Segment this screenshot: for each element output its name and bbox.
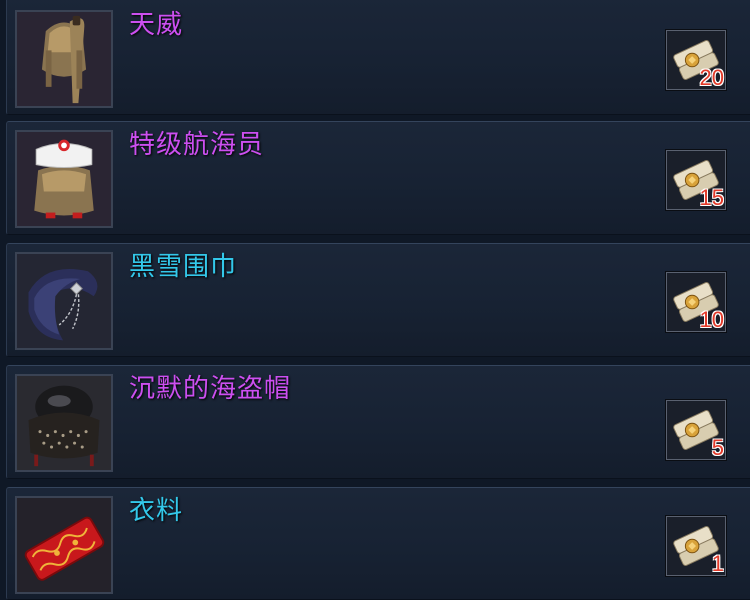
reward-list: 天威 20 特级航海员 15 黑雪围巾 10 沉默的海盗帽 5 衣料 1 — [0, 0, 750, 600]
reward-quantity: 10 — [699, 307, 724, 332]
item-name: 黑雪围巾 — [129, 252, 238, 282]
reward-slot[interactable]: 20 — [666, 30, 726, 90]
item-name: 衣料 — [129, 496, 184, 526]
list-item[interactable]: 衣料 1 — [6, 487, 750, 600]
list-item[interactable]: 沉默的海盗帽 5 — [6, 365, 750, 479]
reward-slot[interactable]: 10 — [666, 272, 726, 332]
reward-quantity: 15 — [699, 185, 724, 210]
reward-quantity: 1 — [711, 551, 724, 576]
red-cloth-icon[interactable] — [15, 496, 113, 594]
reward-slot[interactable]: 15 — [666, 150, 726, 210]
item-name: 沉默的海盗帽 — [129, 374, 292, 404]
reward-slot[interactable]: 5 — [666, 400, 726, 460]
list-item[interactable]: 特级航海员 15 — [6, 121, 750, 235]
list-item[interactable]: 天威 20 — [6, 0, 750, 115]
item-name: 天威 — [129, 10, 184, 40]
reward-quantity: 5 — [711, 435, 724, 460]
sailor-hat-hair-icon[interactable] — [15, 130, 113, 228]
reward-slot[interactable]: 1 — [666, 516, 726, 576]
pirate-hat-icon[interactable] — [15, 374, 113, 472]
item-name: 特级航海员 — [129, 130, 265, 160]
dark-scarf-icon[interactable] — [15, 252, 113, 350]
ponytail-hair-icon[interactable] — [15, 10, 113, 108]
reward-quantity: 20 — [699, 65, 724, 90]
list-item[interactable]: 黑雪围巾 10 — [6, 243, 750, 357]
